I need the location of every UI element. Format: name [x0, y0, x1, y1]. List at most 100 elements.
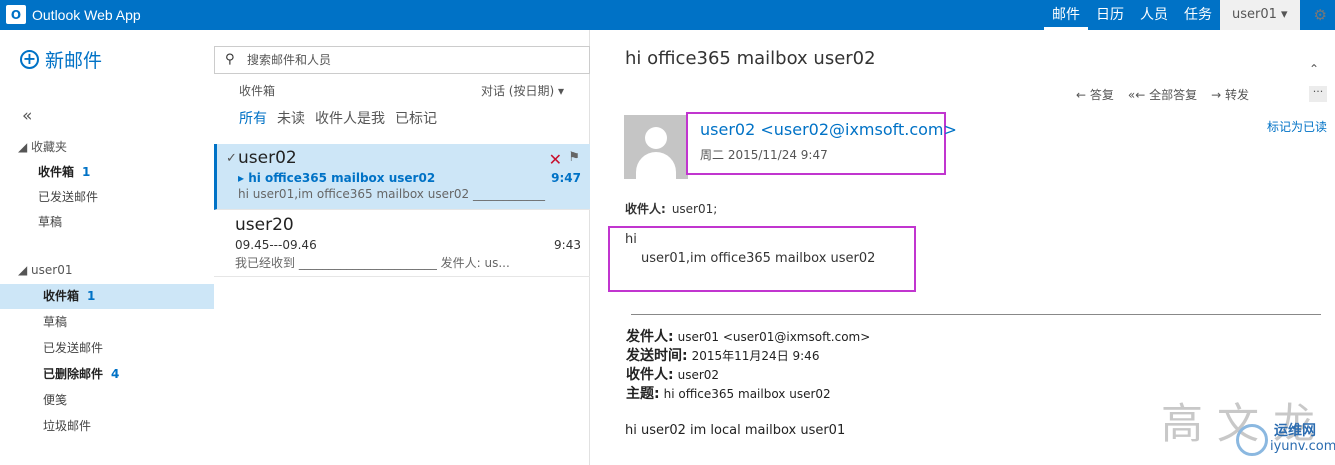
flag-icon[interactable]: ⚑	[568, 150, 580, 165]
message-sender: user20	[235, 215, 294, 235]
folder-notes[interactable]: 便笺	[0, 388, 214, 413]
body-greeting: hi	[625, 232, 637, 247]
folder-label: 已删除邮件	[43, 367, 104, 381]
quote-value: hi office365 mailbox user02	[663, 387, 831, 401]
message-preview: 我已经收到 _______________________ 发件人: us...	[235, 256, 510, 270]
nav-people[interactable]: 人员	[1132, 0, 1176, 30]
logo-text-top: 运维网	[1274, 423, 1316, 439]
gear-icon[interactable]: ⚙	[1314, 6, 1327, 24]
forward-label: 转发	[1225, 88, 1250, 102]
outlook-logo-icon: O	[6, 5, 26, 24]
delete-icon[interactable]: ✕	[549, 150, 562, 169]
message-time: 9:43	[554, 238, 581, 252]
quote-label: 发送时间:	[626, 348, 688, 364]
quote-value: user02	[677, 368, 720, 382]
reply-all-icon: «←	[1127, 88, 1146, 102]
folder-deleted[interactable]: 已删除邮件 4	[0, 362, 214, 387]
filter-flagged[interactable]: 已标记	[395, 108, 437, 128]
watermark-logo: 运维网 iyunv.com	[1236, 418, 1335, 462]
action-bar: ← 答复 «← 全部答复 → 转发	[1076, 86, 1331, 103]
new-mail-button[interactable]: + 新邮件	[20, 46, 102, 73]
nav-mail[interactable]: 邮件	[1044, 0, 1088, 30]
message-sender: user02	[238, 148, 297, 168]
search-placeholder: 搜索邮件和人员	[247, 53, 332, 67]
forward-icon: →	[1211, 88, 1222, 102]
unread-count: 4	[111, 367, 120, 381]
unread-count: 1	[82, 165, 91, 179]
collapse-up-icon[interactable]: ⌃	[1309, 62, 1319, 76]
plus-icon: +	[20, 50, 39, 69]
message-subject: ▸ hi office365 mailbox user02	[238, 171, 436, 185]
message-title: hi office365 mailbox user02	[625, 48, 876, 69]
avatar-head-shape	[645, 127, 667, 149]
message-list-pane: ⚲ 搜索邮件和人员 收件箱 对话 (按日期) ▾ 所有 未读 收件人是我 已标记…	[214, 30, 590, 465]
user-menu[interactable]: user01 ▾	[1220, 0, 1300, 30]
folder-label: 收件箱	[43, 289, 80, 303]
nav-calendar[interactable]: 日历	[1088, 0, 1132, 30]
recipient-line: 收件人: user01;	[625, 200, 717, 217]
filter-unread[interactable]: 未读	[277, 108, 305, 128]
reply-all-label: 全部答复	[1149, 88, 1198, 102]
fav-folder-drafts[interactable]: 草稿	[0, 210, 214, 235]
sender-name[interactable]: user02 <user02@ixmsoft.com>	[700, 120, 957, 139]
quote-to: 收件人: user02	[626, 364, 719, 384]
sort-dropdown[interactable]: 对话 (按日期) ▾	[481, 82, 564, 99]
quote-subject: 主题: hi office365 mailbox user02	[626, 383, 831, 403]
account-header[interactable]: ◢ user01	[18, 263, 73, 277]
logo-circle-icon	[1236, 424, 1268, 456]
filter-to-me[interactable]: 收件人是我	[315, 108, 385, 128]
quote-label: 收件人:	[626, 367, 674, 383]
sent-date: 周二 2015/11/24 9:47	[700, 148, 828, 162]
check-icon: ✓	[226, 151, 237, 166]
forward-button[interactable]: → 转发	[1211, 86, 1249, 103]
folder-drafts[interactable]: 草稿	[0, 310, 214, 335]
app-title: Outlook Web App	[32, 6, 141, 23]
reply-icon: ←	[1076, 88, 1087, 102]
logo-text-bottom: iyunv.com	[1270, 439, 1335, 454]
reply-button[interactable]: ← 答复	[1076, 86, 1114, 103]
avatar	[624, 115, 688, 179]
folder-label: 收件箱	[38, 165, 75, 179]
top-nav: 邮件 日历 人员 任务	[1044, 0, 1220, 30]
new-mail-label: 新邮件	[45, 50, 103, 72]
folder-inbox[interactable]: 收件箱 1	[0, 284, 214, 309]
fav-folder-inbox[interactable]: 收件箱 1	[0, 160, 214, 185]
body-text: user01,im office365 mailbox user02	[641, 251, 876, 266]
quote-from: 发件人: user01 <user01@ixmsoft.com>	[626, 326, 870, 346]
divider	[631, 314, 1321, 315]
unread-count: 1	[87, 289, 96, 303]
quote-label: 发件人:	[626, 329, 674, 345]
list-folder-title: 收件箱	[239, 84, 276, 98]
folder-sent[interactable]: 已发送邮件	[0, 336, 214, 361]
favorites-header[interactable]: ◢ 收藏夹	[18, 138, 67, 155]
to-label: 收件人:	[625, 202, 666, 216]
folder-pane: + 新邮件 « ◢ 收藏夹 收件箱 1 已发送邮件 草稿 ◢ user01 收件箱…	[0, 30, 214, 465]
message-preview: hi user01,im office365 mailbox user02 __…	[238, 187, 545, 201]
search-icon: ⚲	[225, 52, 235, 67]
search-input[interactable]: ⚲ 搜索邮件和人员	[214, 46, 590, 74]
more-icon[interactable]: ···	[1309, 86, 1327, 102]
top-bar: O Outlook Web App 邮件 日历 人员 任务 user01 ▾ ⚙	[0, 0, 1335, 30]
nav-tasks[interactable]: 任务	[1176, 0, 1220, 30]
message-time: 9:47	[551, 171, 581, 185]
message-subject: 09.45---09.46	[235, 238, 317, 252]
app-brand[interactable]: O Outlook Web App	[6, 5, 141, 24]
to-value[interactable]: user01;	[672, 202, 718, 216]
folder-junk[interactable]: 垃圾邮件	[0, 414, 214, 439]
filter-all[interactable]: 所有	[239, 108, 267, 128]
reading-pane: hi office365 mailbox user02 ⌃ ← 答复 «← 全部…	[591, 30, 1335, 465]
collapse-pane-icon[interactable]: «	[22, 106, 32, 126]
message-item[interactable]: ✓ user02 ✕ ⚑ ▸ hi office365 mailbox user…	[214, 144, 590, 210]
quote-body: hi user02 im local mailbox user01	[625, 423, 846, 438]
reply-label: 答复	[1089, 88, 1114, 102]
mark-read-link[interactable]: 标记为已读	[1267, 118, 1327, 135]
quote-value: user01 <user01@ixmsoft.com>	[677, 330, 871, 344]
quote-value: 2015年11月24日 9:46	[691, 349, 820, 363]
filter-bar: 所有 未读 收件人是我 已标记	[239, 108, 437, 128]
quote-label: 主题:	[626, 386, 660, 402]
message-item[interactable]: user20 09.45---09.46 9:43 我已经收到 ________…	[214, 211, 590, 277]
reply-all-button[interactable]: «← 全部答复	[1128, 86, 1197, 103]
fav-folder-sent[interactable]: 已发送邮件	[0, 185, 214, 210]
avatar-body-shape	[636, 152, 676, 179]
quote-sent: 发送时间: 2015年11月24日 9:46	[626, 345, 819, 365]
